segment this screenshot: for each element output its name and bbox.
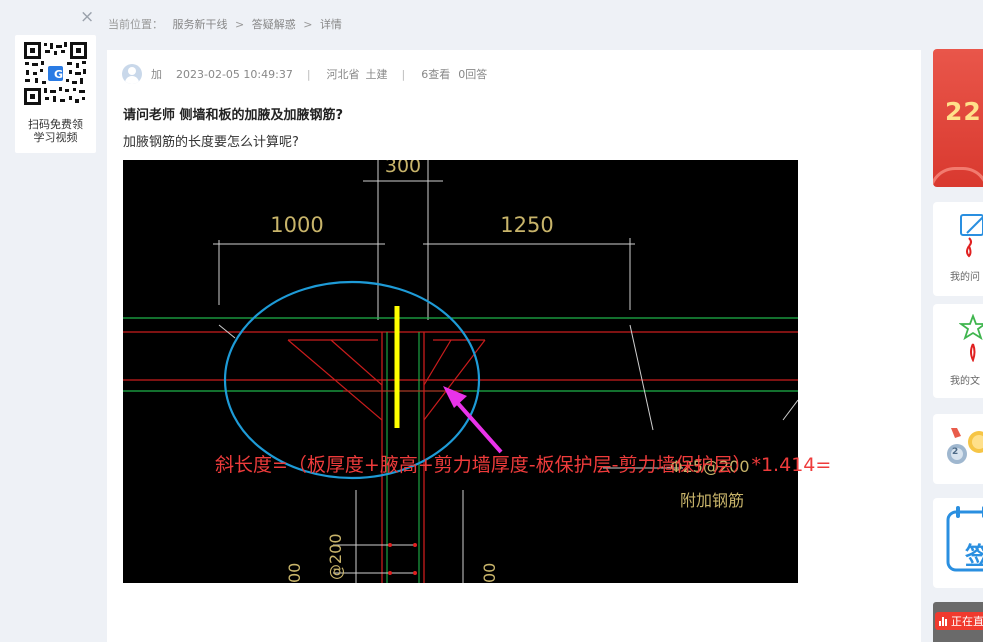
qr-caption-line1: 扫码免费领 (28, 118, 83, 131)
sign-in-label: 签 (965, 542, 983, 570)
question-meta: 加 2023-02-05 10:49:37 | 河北省 土建 | 6查看 0回答 (122, 64, 487, 84)
question-body: 加腋钢筋的长度要怎么计算呢? (123, 135, 299, 150)
question-card: 加 2023-02-05 10:49:37 | 河北省 土建 | 6查看 0回答… (107, 50, 921, 642)
svg-text:00: 00 (285, 563, 304, 583)
my-favorites-label: 我的文 (950, 376, 980, 387)
formula-annotation: 斜长度=（板厚度+腋高+剪力墙厚度-板保护层-剪力墙保护层）*1.414= (215, 454, 832, 476)
my-questions-label: 我的问 (950, 272, 980, 283)
my-questions-card[interactable]: 我的问 (933, 202, 983, 296)
breadcrumb: 当前位置： 服务新干线 > 答疑解惑 > 详情 (108, 16, 342, 32)
cad-drawing: 300 1000 1250 Φ25@200 附加钢筋 @200 00 00 (123, 155, 799, 583)
author-name[interactable]: 加 (151, 66, 162, 82)
region-tag: 河北省 (326, 68, 360, 81)
ranking-card[interactable]: 2 (933, 414, 983, 484)
svg-text:00: 00 (480, 563, 499, 583)
meta-divider: | (401, 67, 406, 81)
avatar[interactable] (122, 64, 142, 84)
rebar-note-additional: 附加钢筋 (680, 491, 744, 510)
qr-caption-line2: 学习视频 (33, 131, 78, 144)
breadcrumb-current: 详情 (319, 18, 342, 31)
breadcrumb-link-qa[interactable]: 答疑解惑 (252, 18, 296, 31)
live-button[interactable]: 正在直 (933, 602, 983, 642)
major-tag: 土建 (365, 68, 388, 81)
dim-label-left: 1000 (270, 213, 323, 237)
rank-number: 2 (952, 447, 959, 457)
post-datetime: 2023-02-05 10:49:37 (176, 67, 293, 81)
rebar-note-spacing: @200 (326, 533, 345, 580)
qr-badge-letter: G (53, 68, 64, 81)
question-image[interactable]: 300 1000 1250 Φ25@200 附加钢筋 @200 00 00 (123, 155, 799, 583)
dim-label-right: 1250 (500, 213, 553, 237)
dim-label-top: 300 (385, 160, 421, 177)
promo-banner[interactable]: 226 (933, 49, 983, 187)
breadcrumb-separator: > (303, 18, 313, 31)
view-count: 6查看 (421, 68, 451, 81)
live-bars-icon (939, 616, 948, 626)
answer-count: 0回答 (458, 68, 488, 81)
medal-icon (947, 428, 983, 464)
meta-divider: | (306, 67, 311, 81)
edit-icon (960, 214, 983, 258)
breadcrumb-link-service[interactable]: 服务新干线 (173, 18, 228, 31)
my-favorites-card[interactable]: 我的文 (933, 304, 983, 398)
close-icon[interactable]: × (80, 9, 94, 26)
star-icon (959, 314, 983, 362)
live-label: 正在直 (951, 615, 983, 628)
question-title: 请问老师 侧墙和板的加腋及加腋钢筋? (123, 108, 344, 123)
sign-in-card[interactable]: 签 (933, 498, 983, 588)
wall-stirrups (333, 490, 464, 583)
breadcrumb-prefix: 当前位置： (108, 18, 163, 31)
qr-code-card[interactable]: G 扫码免费领 学习视频 (15, 35, 96, 153)
breadcrumb-separator: > (235, 18, 245, 31)
banner-number: 226 (945, 97, 983, 126)
